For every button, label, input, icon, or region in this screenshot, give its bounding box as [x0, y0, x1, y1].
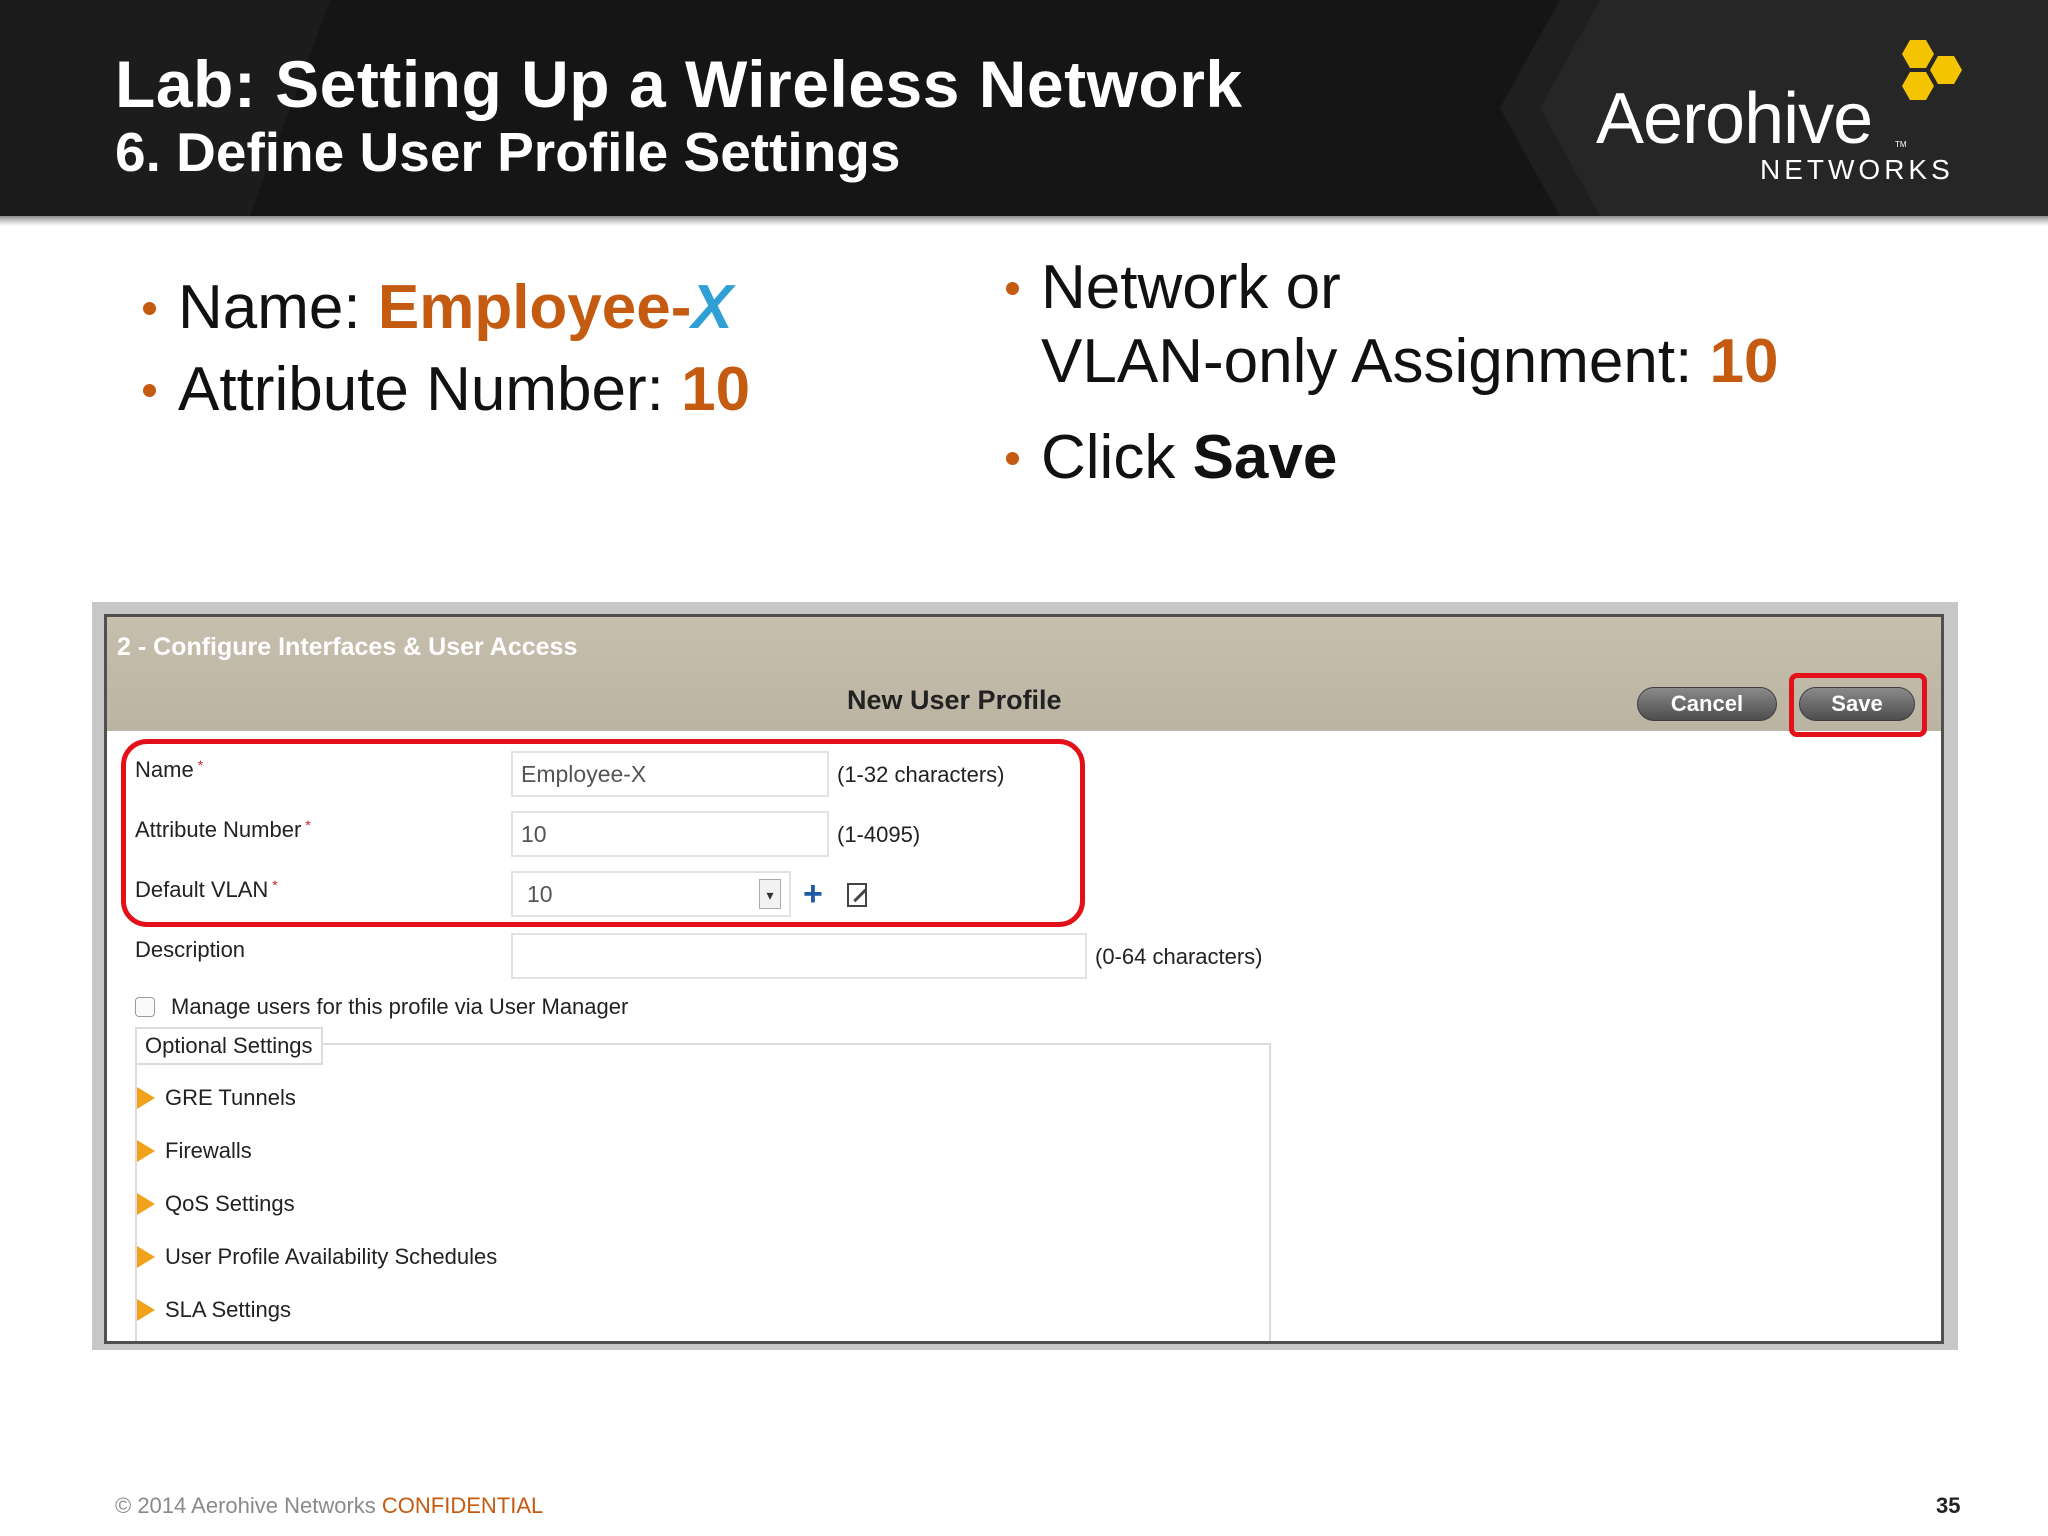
save-highlight-box [1789, 673, 1927, 737]
description-label: Description [135, 937, 246, 962]
section-label: SLA Settings [165, 1297, 291, 1322]
section-label: Firewalls [165, 1138, 252, 1163]
header-divider [0, 216, 2048, 226]
section-label: QoS Settings [165, 1191, 295, 1216]
logo-networks-text: NETWORKS [1760, 154, 1954, 185]
manage-users-label: Manage users for this profile via User M… [171, 994, 629, 1019]
bullet-attr-label: Attribute Number: [178, 355, 682, 424]
expand-arrow-icon [137, 1299, 155, 1321]
bullet-dot [143, 302, 156, 315]
wizard-step-title: 2 - Configure Interfaces & User Access [117, 633, 578, 661]
expand-arrow-icon [137, 1193, 155, 1215]
new-user-profile-dialog: 2 - Configure Interfaces & User Access N… [104, 614, 1944, 1344]
expand-arrow-icon [137, 1140, 155, 1162]
bullet-dot [1006, 282, 1019, 295]
cancel-button[interactable]: Cancel [1637, 687, 1777, 721]
bullet-name-label: Name: [178, 273, 378, 342]
description-hint: (0-64 characters) [1095, 944, 1263, 969]
bullet-click-value: Save [1192, 423, 1338, 492]
slide-title: Lab: Setting Up a Wireless Network [115, 47, 1243, 121]
aerohive-hexagon-logo-icon [1902, 40, 1962, 100]
bullet-vlan-line1: Network or [1041, 253, 1341, 322]
bullet-vlan-line2: VLAN-only Assignment: 10 [1041, 326, 1779, 397]
dialog-header: 2 - Configure Interfaces & User Access N… [107, 617, 1941, 731]
expand-arrow-icon [137, 1087, 155, 1109]
bullet-vlan-label: VLAN-only Assignment: [1041, 327, 1710, 396]
slide-header: Lab: Setting Up a Wireless Network 6. De… [0, 0, 2048, 216]
footer-copyright-text: © 2014 Aerohive Networks [115, 1493, 382, 1518]
manage-users-checkbox[interactable] [135, 997, 155, 1017]
page-number: 35 [1936, 1493, 1961, 1518]
logo-wordmark: Aerohive [1596, 79, 1873, 159]
section-label: User Profile Availability Schedules [165, 1244, 498, 1269]
bullet-name: Name: Employee-X [178, 272, 733, 343]
optional-settings-legend: Optional Settings [135, 1027, 323, 1065]
optional-settings-group [135, 1043, 1271, 1341]
footer-copyright: © 2014 Aerohive Networks CONFIDENTIAL [115, 1493, 543, 1519]
bullet-dot [143, 384, 156, 397]
bullet-name-value: Employee- [377, 273, 692, 342]
bullet-attr-value: 10 [681, 355, 751, 424]
bullet-click-save: Click Save [1041, 422, 1337, 493]
expand-arrow-icon [137, 1246, 155, 1268]
logo-trademark: TM [1895, 140, 1907, 149]
bullet-name-suffix: X [691, 273, 733, 342]
bullet-vlan-value: 10 [1709, 327, 1779, 396]
form-title: New User Profile [847, 685, 1062, 715]
description-input[interactable] [511, 933, 1087, 979]
slide-subtitle: 6. Define User Profile Settings [115, 121, 901, 183]
bullet-click-label: Click [1041, 423, 1193, 492]
footer-confidential: CONFIDENTIAL [381, 1493, 544, 1518]
required-fields-highlight-box [121, 739, 1085, 927]
bullet-attribute: Attribute Number: 10 [178, 354, 750, 425]
bullet-dot [1006, 452, 1019, 465]
section-label: GRE Tunnels [165, 1085, 296, 1110]
